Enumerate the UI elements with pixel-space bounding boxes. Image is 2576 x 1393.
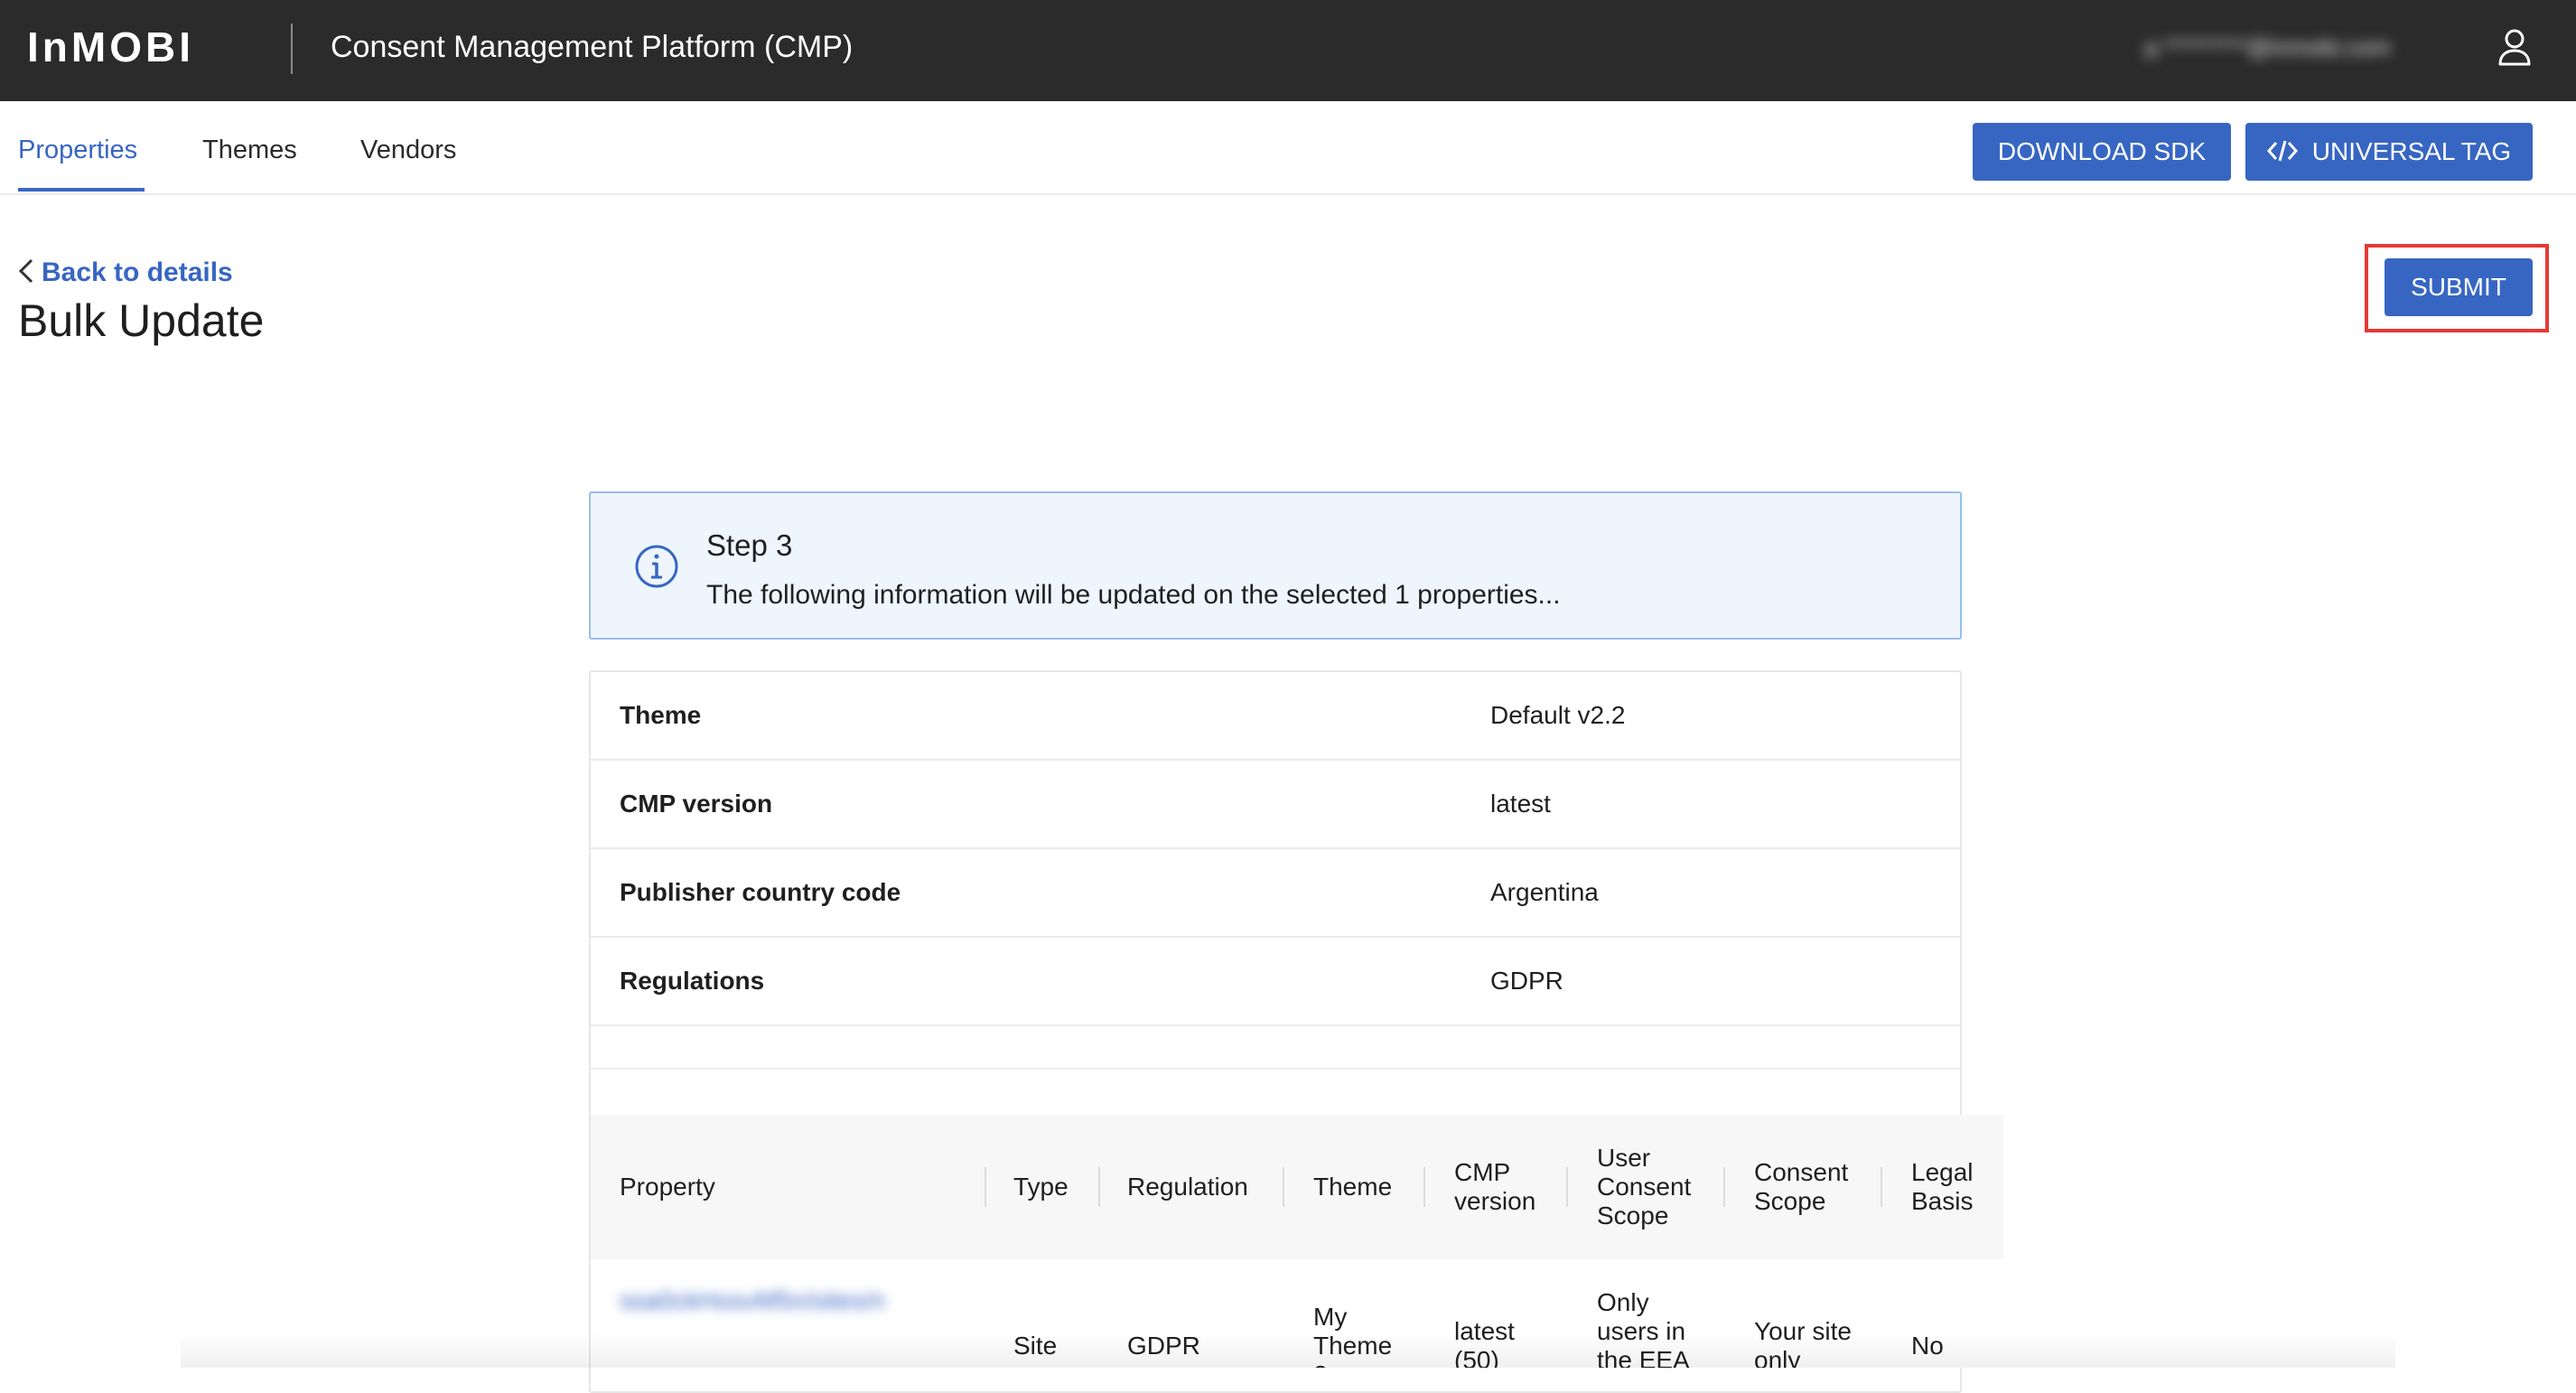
back-to-details-link[interactable]: Back to details (18, 255, 233, 291)
inmobi-logo[interactable]: InMOBI (27, 22, 194, 72)
cell-type: Site (1013, 1332, 1058, 1360)
app-title: Consent Management Platform (CMP) (331, 30, 854, 64)
cell-regulation: GDPR (1127, 1332, 1200, 1360)
summary-row-regulations: Regulations GDPR (591, 938, 1960, 1026)
col-header-theme: Theme (1313, 1173, 1393, 1201)
summary-label: Publisher country code (620, 878, 901, 906)
summary-value: GDPR (1490, 967, 1563, 995)
cell-legal-basis: No (1911, 1332, 1944, 1360)
col-header-type: Type (1013, 1173, 1069, 1201)
col-separator (1723, 1167, 1725, 1207)
chevron-left-icon (18, 258, 33, 284)
summary-label: CMP version (620, 790, 773, 818)
cell-theme: My Theme 2 (1313, 1303, 1393, 1368)
tab-themes[interactable]: Themes (202, 132, 297, 168)
page-title: Bulk Update (18, 295, 265, 346)
header-divider (291, 23, 293, 74)
col-header-regulation: Regulation (1127, 1173, 1248, 1201)
col-header-consent-scope: Consent Scope (1754, 1158, 1849, 1215)
info-icon (635, 545, 678, 588)
col-separator (1566, 1167, 1568, 1207)
table-row: ssa0ckHosvM5n/sites/n Site GDPR My Theme… (591, 1259, 2003, 1368)
summary-label: Theme (620, 701, 702, 729)
cell-consent-scope: Your site only (1754, 1317, 1852, 1368)
summary-spacer-row (591, 1024, 1960, 1070)
col-separator (1881, 1167, 1882, 1207)
col-header-user-consent-scope: User Consent Scope (1597, 1144, 1692, 1229)
main-tabs: Properties Themes Vendors DOWNLOAD SDK U… (0, 101, 2576, 195)
user-email: p.*********@inmobi.com (2145, 33, 2392, 61)
summary-value: Argentina (1490, 878, 1599, 906)
app-header: InMOBI Consent Management Platform (CMP)… (0, 0, 2576, 101)
summary-label: Regulations (620, 967, 765, 995)
summary-row-country-code: Publisher country code Argentina (591, 849, 1960, 938)
download-sdk-button[interactable]: DOWNLOAD SDK (1973, 123, 2231, 181)
info-banner: Step 3 The following information will be… (589, 491, 1962, 640)
submit-button[interactable]: SUBMIT (2385, 258, 2533, 316)
col-separator (1098, 1167, 1100, 1207)
col-header-property: Property (620, 1173, 715, 1201)
user-icon[interactable] (2497, 27, 2533, 67)
properties-table-header: Property Type Regulation Theme CMP versi… (591, 1115, 2003, 1259)
cell-user-consent-scope: Only users in the EEA (1597, 1288, 1690, 1368)
summary-value: latest (1490, 790, 1551, 818)
info-text: The following information will be update… (706, 580, 1561, 610)
code-icon (2266, 140, 2298, 162)
cell-cmp-version: latest (50) (1454, 1317, 1515, 1368)
col-separator (985, 1167, 986, 1207)
summary-row-cmp-version: CMP version latest (591, 761, 1960, 849)
col-header-cmp-version: CMP version (1454, 1158, 1536, 1215)
property-link[interactable]: ssa0ckHosvM5n/sites/n (620, 1286, 954, 1315)
tab-properties[interactable]: Properties (18, 132, 137, 168)
universal-tag-label: UNIVERSAL TAG (2311, 137, 2512, 165)
col-separator (1423, 1167, 1425, 1207)
submit-label: SUBMIT (2411, 273, 2506, 301)
col-header-legal-basis: Legal Basis (1911, 1158, 1974, 1215)
universal-tag-button[interactable]: UNIVERSAL TAG (2245, 123, 2533, 181)
summary-value: Default v2.2 (1490, 701, 1626, 729)
col-separator (1283, 1167, 1284, 1207)
tab-vendors[interactable]: Vendors (360, 132, 456, 168)
summary-row-theme: Theme Default v2.2 (591, 672, 1960, 761)
back-link-label: Back to details (42, 257, 233, 287)
download-sdk-label: DOWNLOAD SDK (1997, 137, 2207, 165)
info-step-title: Step 3 (706, 528, 793, 562)
active-tab-indicator (18, 188, 145, 192)
